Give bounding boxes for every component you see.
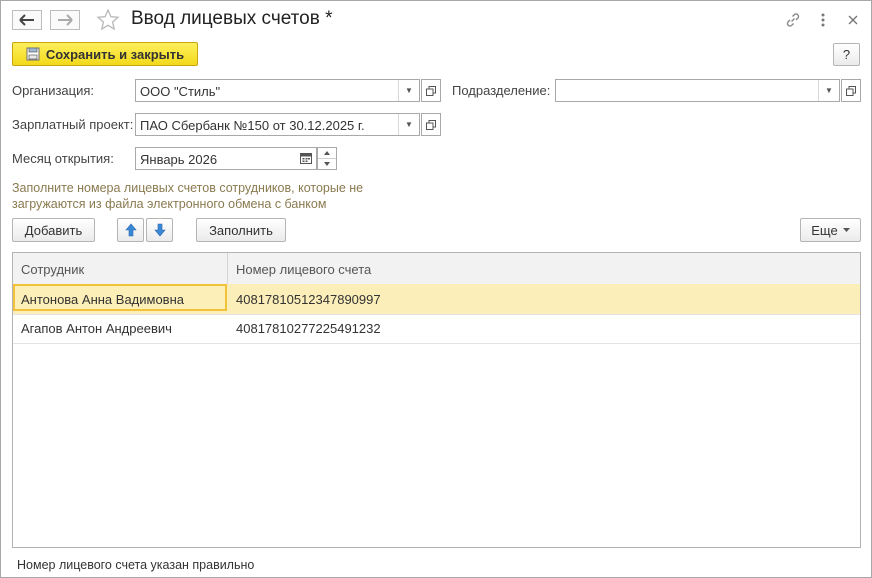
arrow-down-icon: [153, 223, 166, 237]
more-vertical-icon[interactable]: [812, 9, 834, 31]
organization-field[interactable]: ООО "Стиль" ▼: [135, 79, 420, 102]
salary-project-value: ПАО Сбербанк №150 от 30.12.2025 г.: [140, 118, 365, 133]
account-cell[interactable]: 40817810277225491232: [236, 321, 381, 336]
salary-project-label: Зарплатный проект:: [12, 117, 134, 132]
hint-text: Заполните номера лицевых счетов сотрудни…: [12, 181, 364, 211]
organization-value: ООО "Стиль": [140, 84, 221, 99]
calendar-icon[interactable]: [300, 152, 312, 164]
salary-project-field[interactable]: ПАО Сбербанк №150 от 30.12.2025 г. ▼: [135, 113, 420, 136]
fill-button[interactable]: Заполнить: [196, 218, 286, 242]
stepper-down-icon[interactable]: [318, 159, 336, 169]
form-window: Ввод лицевых счетов * Сохранить и закрыт…: [0, 0, 872, 578]
move-up-button[interactable]: [117, 218, 144, 242]
account-cell[interactable]: 40817810512347890997: [236, 292, 381, 307]
accounts-table[interactable]: Сотрудник Номер лицевого счета Антонова …: [12, 252, 861, 548]
table-row[interactable]: Антонова Анна Вадимовна 4081781051234789…: [13, 284, 860, 315]
more-button[interactable]: Еще: [800, 218, 861, 242]
save-doc-icon: [26, 47, 40, 61]
chevron-down-icon[interactable]: ▼: [398, 80, 419, 101]
chevron-down-icon[interactable]: ▼: [818, 80, 839, 101]
more-label: Еще: [811, 222, 838, 238]
save-and-close-label: Сохранить и закрыть: [45, 46, 185, 62]
add-button[interactable]: Добавить: [12, 218, 95, 242]
stepper-up-icon[interactable]: [318, 148, 336, 159]
subdivision-label: Подразделение:: [452, 83, 551, 98]
arrow-left-icon: [19, 14, 34, 26]
status-message: Номер лицевого счета указан правильно: [17, 558, 255, 572]
help-button[interactable]: ?: [833, 43, 860, 66]
chevron-down-icon: [842, 228, 850, 232]
save-and-close-button[interactable]: Сохранить и закрыть: [12, 42, 198, 66]
subdivision-field[interactable]: ▼: [555, 79, 840, 102]
subdivision-open-button[interactable]: [841, 79, 861, 102]
table-header: Сотрудник Номер лицевого счета: [13, 253, 860, 285]
month-stepper[interactable]: [317, 147, 337, 170]
column-header-employee[interactable]: Сотрудник: [21, 262, 84, 277]
link-icon[interactable]: [782, 9, 804, 31]
opening-month-field[interactable]: Январь 2026: [135, 147, 317, 170]
arrow-up-icon: [124, 223, 137, 237]
move-down-button[interactable]: [146, 218, 173, 242]
column-header-account[interactable]: Номер лицевого счета: [236, 262, 371, 277]
salary-project-open-button[interactable]: [421, 113, 441, 136]
window-title: Ввод лицевых счетов *: [131, 8, 333, 29]
fill-label: Заполнить: [209, 222, 273, 238]
opening-month-label: Месяц открытия:: [12, 151, 114, 166]
organization-open-button[interactable]: [421, 79, 441, 102]
employee-cell[interactable]: Агапов Антон Андреевич: [21, 321, 172, 336]
close-icon[interactable]: [842, 9, 864, 31]
organization-label: Организация:: [12, 83, 95, 98]
back-button[interactable]: [12, 10, 42, 30]
add-label: Добавить: [24, 222, 83, 238]
table-row[interactable]: Агапов Антон Андреевич 40817810277225491…: [13, 313, 860, 344]
open-window-icon: [846, 85, 856, 96]
help-label: ?: [842, 47, 851, 62]
column-divider: [227, 253, 228, 284]
open-window-icon: [426, 85, 436, 96]
open-window-icon: [426, 119, 436, 130]
opening-month-value: Январь 2026: [140, 152, 218, 167]
forward-button[interactable]: [50, 10, 80, 30]
chevron-down-icon[interactable]: ▼: [398, 114, 419, 135]
favorite-star-icon[interactable]: [96, 8, 120, 32]
employee-cell[interactable]: Антонова Анна Вадимовна: [21, 292, 184, 307]
arrow-right-icon: [58, 14, 73, 26]
